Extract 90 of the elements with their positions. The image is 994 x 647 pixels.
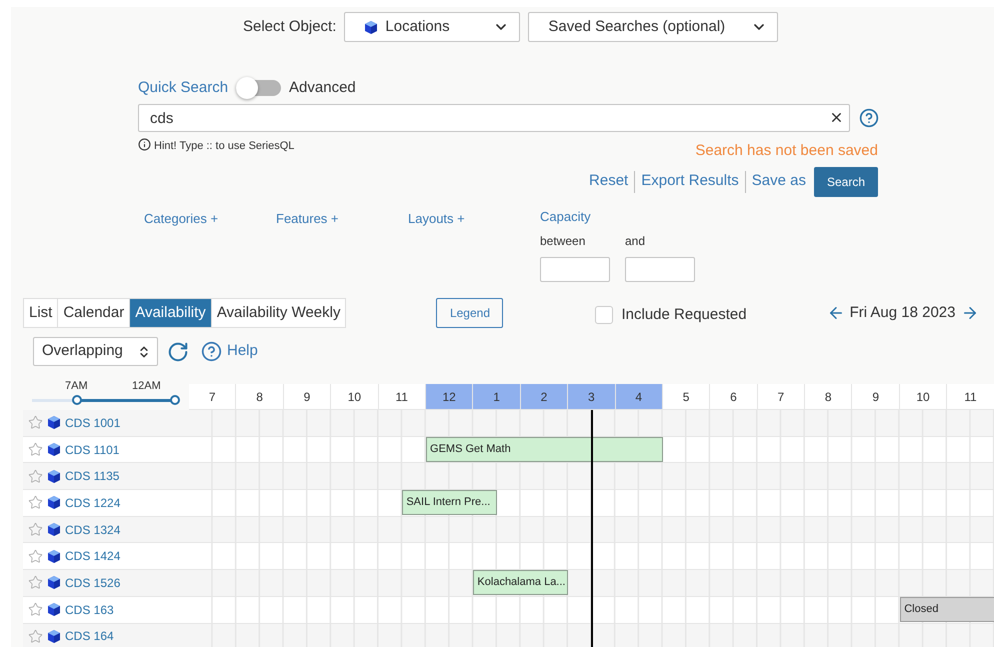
- favorite-star-icon[interactable]: [28, 442, 43, 458]
- date-label: Fri Aug 18 2023: [850, 302, 956, 323]
- include-requested-checkbox[interactable]: [595, 306, 614, 324]
- filter-link[interactable]: Categories +: [144, 210, 218, 226]
- search-field[interactable]: cds: [138, 104, 850, 132]
- min-capacity-field[interactable]: [540, 257, 610, 282]
- hour-header: 10: [331, 384, 379, 410]
- advanced-label[interactable]: Advanced: [289, 76, 356, 100]
- save-status-text: Search has not been saved: [695, 141, 878, 161]
- filter-link[interactable]: Layouts +: [408, 210, 465, 226]
- slider-thumb[interactable]: [72, 395, 82, 405]
- location-link[interactable]: CDS 163: [65, 600, 114, 619]
- help-link[interactable]: Help: [201, 340, 258, 363]
- hour-header: 6: [710, 384, 758, 410]
- hour-header: 9: [284, 384, 332, 410]
- refresh-icon[interactable]: [167, 340, 189, 362]
- close-icon: [829, 110, 844, 125]
- cube-icon: [48, 630, 60, 643]
- booking-block[interactable]: GEMS Get Math: [426, 436, 664, 462]
- location-link[interactable]: CDS 1135: [65, 467, 120, 486]
- time-range-slider[interactable]: [32, 395, 177, 405]
- cube-icon: [48, 496, 60, 510]
- slider-thumb[interactable]: [170, 395, 180, 405]
- hour-header: 8: [236, 384, 284, 410]
- hour-header: 3: [568, 384, 616, 410]
- location-link[interactable]: CDS 1001: [65, 414, 120, 432]
- overlap-mode-select[interactable]: Overlapping: [33, 337, 158, 366]
- action-link[interactable]: Save as: [752, 170, 806, 193]
- between-label: between: [540, 233, 586, 250]
- hour-header: 1: [473, 384, 521, 410]
- location-link[interactable]: CDS 1224: [65, 494, 120, 512]
- help-icon[interactable]: [859, 108, 879, 128]
- hour-header: 12: [426, 384, 474, 410]
- location-link[interactable]: CDS 1526: [65, 574, 120, 592]
- favorite-star-icon[interactable]: [28, 628, 43, 644]
- max-capacity-field[interactable]: [625, 257, 695, 282]
- favorite-star-icon[interactable]: [28, 575, 43, 590]
- help-icon: [201, 341, 222, 362]
- closed-block[interactable]: Closed: [900, 596, 994, 622]
- hour-header: 7: [758, 384, 806, 410]
- view-tab[interactable]: List: [24, 299, 58, 327]
- cube-icon: [48, 443, 60, 456]
- search-mode-toggle[interactable]: [236, 80, 282, 96]
- filter-link[interactable]: Features +: [276, 210, 339, 226]
- location-link[interactable]: CDS 1324: [65, 520, 120, 539]
- favorite-star-icon[interactable]: [28, 522, 43, 538]
- hour-header: 5: [662, 384, 710, 410]
- view-tab[interactable]: Availability Weekly: [210, 299, 346, 327]
- and-label: and: [625, 233, 646, 250]
- cube-icon: [48, 603, 60, 616]
- booking-block[interactable]: SAIL Intern Pre...: [402, 490, 498, 516]
- cube-icon: [48, 416, 60, 430]
- range-end-label: 12AM: [132, 379, 161, 394]
- location-link[interactable]: CDS 1101: [65, 440, 120, 459]
- object-dropdown[interactable]: Locations: [344, 12, 520, 42]
- saved-searches-dropdown[interactable]: Saved Searches (optional): [528, 12, 778, 42]
- legend-button[interactable]: Legend: [436, 298, 504, 328]
- favorite-star-icon[interactable]: [28, 495, 43, 510]
- favorite-star-icon[interactable]: [28, 415, 43, 430]
- favorite-star-icon[interactable]: [28, 548, 43, 564]
- location-link[interactable]: CDS 1424: [65, 547, 120, 566]
- hour-header: 11: [378, 384, 426, 410]
- hour-header: 11: [947, 384, 994, 410]
- cube-icon: [48, 470, 60, 483]
- favorite-star-icon[interactable]: [28, 468, 43, 484]
- location-link[interactable]: CDS 164: [65, 627, 114, 646]
- quick-search-label[interactable]: Quick Search: [138, 76, 228, 100]
- hour-header: 4: [616, 384, 663, 410]
- hour-header: 10: [900, 384, 948, 410]
- action-link[interactable]: Export Results: [641, 170, 739, 193]
- hour-header: 7: [189, 384, 236, 410]
- hour-header: 2: [520, 384, 568, 410]
- cube-icon: [365, 20, 378, 34]
- favorite-star-icon[interactable]: [28, 602, 43, 618]
- action-link[interactable]: Reset: [589, 170, 628, 193]
- clear-button[interactable]: [829, 110, 844, 125]
- cube-icon: [48, 550, 60, 563]
- cube-icon: [48, 523, 60, 536]
- include-requested-label: Include Requested: [621, 304, 747, 325]
- hour-header: 9: [852, 384, 900, 410]
- cube-icon: [48, 576, 60, 590]
- view-tab[interactable]: Availability: [129, 299, 211, 327]
- booking-block[interactable]: Kolachalama La...: [473, 570, 568, 596]
- range-start-label: 7AM: [65, 379, 88, 394]
- hint-text: Hint! Type :: to use SeriesQL: [154, 139, 294, 154]
- hour-header: 8: [805, 384, 852, 410]
- search-button[interactable]: Search: [814, 166, 878, 196]
- info-icon: [138, 138, 151, 151]
- select-object-label: Select Object:: [243, 16, 336, 37]
- capacity-label: Capacity: [540, 208, 592, 226]
